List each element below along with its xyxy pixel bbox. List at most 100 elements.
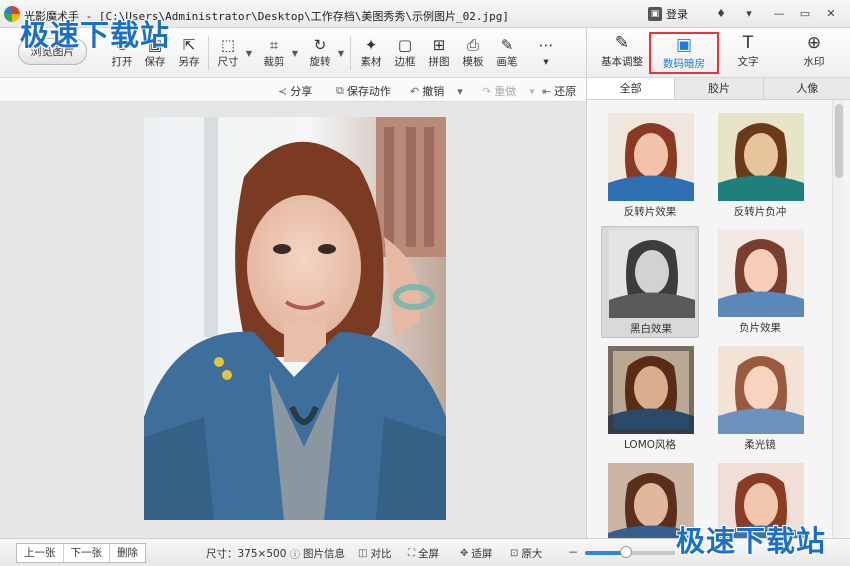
undo-button[interactable]: ↶ 撤销 ▾ xyxy=(410,83,463,99)
filter-soft-light[interactable]: 柔光镜 xyxy=(711,343,809,455)
filter-category-tabs: 全部 胶片 人像 xyxy=(587,78,850,100)
save-as-icon: ⇱ xyxy=(182,36,196,54)
more-chevron-icon: ▾ xyxy=(543,56,549,68)
collage-button[interactable]: ⊞ 拼图 xyxy=(423,35,455,73)
save-action-button[interactable]: ⧉ 保存动作 xyxy=(336,83,391,99)
edited-photo[interactable] xyxy=(144,117,446,520)
redo-icon: ↷ xyxy=(482,84,492,98)
filter-thumbnail xyxy=(718,229,804,317)
watermark-icon: ⊕ xyxy=(806,33,822,53)
share-icon: ≺ xyxy=(278,84,288,98)
portrait-photo xyxy=(144,117,446,520)
menu-dropdown-icon[interactable]: ▾ xyxy=(740,6,758,22)
adjust-icon: ✎ xyxy=(614,33,630,53)
filter-panel: 全部 胶片 人像 反转片效果 反转片负冲 黑白效果 负片效果 LOMO风格 柔光… xyxy=(586,78,850,551)
next-image-button[interactable]: 下一张 xyxy=(64,544,110,562)
chevron-down-icon[interactable]: ▼ xyxy=(246,49,252,58)
compare-button[interactable]: ◫ 对比 xyxy=(358,546,391,561)
zoom-out-icon[interactable]: − xyxy=(568,545,578,559)
save-as-button[interactable]: ⇱ 另存 xyxy=(173,35,205,73)
chevron-down-icon[interactable]: ▾ xyxy=(457,85,463,98)
tab-portrait[interactable]: 人像 xyxy=(763,78,850,99)
image-canvas[interactable] xyxy=(0,102,586,538)
tab-watermark[interactable]: ⊕ 水印 xyxy=(783,32,845,74)
material-label: 素材 xyxy=(360,56,382,68)
frame-label: 边框 xyxy=(394,56,416,68)
minimize-button[interactable]: — xyxy=(770,6,788,22)
material-icon: ✦ xyxy=(364,36,378,54)
image-info-label: 图片信息 xyxy=(303,548,345,560)
info-icon: ⓘ xyxy=(290,550,300,561)
brush-label: 画笔 xyxy=(496,56,518,68)
filter-black-white[interactable]: 黑白效果 xyxy=(601,226,699,338)
tab-digital-darkroom[interactable]: ▣ 数码暗房 xyxy=(649,32,719,74)
resize-icon: ⬚ xyxy=(220,36,236,54)
filter-reversal-push[interactable]: 反转片负冲 xyxy=(711,110,809,222)
frame-button[interactable]: ▢ 边框 xyxy=(389,35,421,73)
fit-screen-button[interactable]: ✥ 适屏 xyxy=(460,546,492,561)
maximize-button[interactable]: ▭ xyxy=(796,6,814,22)
redo-label: 重做 xyxy=(494,85,517,98)
brush-button[interactable]: ✎ 画笔 xyxy=(491,35,523,73)
delete-image-button[interactable]: 删除 xyxy=(110,544,145,562)
tab-label: 基本调整 xyxy=(601,56,643,68)
restore-button[interactable]: ⇤ 还原 xyxy=(542,83,576,99)
filter-thumbnail xyxy=(608,346,694,434)
material-button[interactable]: ✦ 素材 xyxy=(355,35,387,73)
save-action-icon: ⧉ xyxy=(336,84,344,97)
brush-icon: ✎ xyxy=(500,36,514,54)
resize-button[interactable]: ⬚ 尺寸 ▼ xyxy=(212,35,253,73)
zoom-slider-knob[interactable] xyxy=(619,546,632,558)
save-as-label: 另存 xyxy=(178,56,200,68)
watermark-text: 极速下载站 xyxy=(20,18,171,52)
login-label: 登录 xyxy=(666,8,688,21)
filter-label: 柔光镜 xyxy=(744,439,776,451)
tab-all[interactable]: 全部 xyxy=(587,78,676,99)
save-action-label: 保存动作 xyxy=(346,85,391,98)
image-size-label: 尺寸：375×500 xyxy=(206,548,287,560)
filter-thumbnail xyxy=(609,230,695,318)
action-bar: ≺ 分享 ⧉ 保存动作 ↶ 撤销 ▾ ↷ 重做 ▾ ⇤ 还原 xyxy=(0,78,586,102)
user-icon: ▣ xyxy=(648,7,662,21)
crop-icon: ⌗ xyxy=(269,36,279,54)
redo-button[interactable]: ↷ 重做 ▾ xyxy=(482,83,535,99)
original-size-button[interactable]: ⊡ 原大 xyxy=(510,546,542,561)
fit-screen-icon: ✥ xyxy=(460,548,469,559)
tab-film[interactable]: 胶片 xyxy=(675,78,764,99)
scroll-thumb[interactable] xyxy=(835,104,843,178)
rotate-icon: ↻ xyxy=(313,36,327,54)
share-button[interactable]: ≺ 分享 xyxy=(278,83,312,99)
tab-basic-adjust[interactable]: ✎ 基本调整 xyxy=(591,32,653,74)
app-logo-icon xyxy=(4,6,20,22)
close-button[interactable]: ✕ xyxy=(822,6,840,22)
filter-label: 反转片负冲 xyxy=(733,206,787,218)
image-info-button[interactable]: ⓘ 图片信息 xyxy=(290,546,345,561)
filter-scrollbar[interactable] xyxy=(832,100,844,538)
chevron-down-icon[interactable]: ▼ xyxy=(292,49,298,58)
filter-lomo[interactable]: LOMO风格 xyxy=(601,343,699,455)
filter-negative[interactable]: 负片效果 xyxy=(711,226,809,338)
filter-label: 黑白效果 xyxy=(630,323,672,335)
rotate-button[interactable]: ↻ 旋转 ▼ xyxy=(304,35,345,73)
share-label: 分享 xyxy=(290,85,313,98)
filter-label: 反转片效果 xyxy=(623,206,677,218)
skin-icon[interactable]: ♦ xyxy=(712,6,730,22)
fullscreen-button[interactable]: ⛶ 全屏 xyxy=(408,546,439,561)
crop-button[interactable]: ⌗ 裁剪 ▼ xyxy=(258,35,299,73)
more-button[interactable]: ⋯ ▾ xyxy=(530,35,562,73)
undo-icon: ↶ xyxy=(410,84,420,98)
filter-reversal[interactable]: 反转片效果 xyxy=(601,110,699,222)
watermark-text: 极速下载站 xyxy=(676,524,827,558)
template-button[interactable]: ⎙ 模板 xyxy=(457,35,489,73)
template-icon: ⎙ xyxy=(466,36,479,54)
chevron-down-icon[interactable]: ▼ xyxy=(338,49,344,58)
crop-label: 裁剪 xyxy=(263,56,285,68)
chevron-down-icon[interactable]: ▾ xyxy=(529,85,535,98)
darkroom-icon: ▣ xyxy=(675,35,693,55)
tab-text[interactable]: T 文字 xyxy=(717,32,779,74)
prev-image-button[interactable]: 上一张 xyxy=(17,544,64,562)
compare-label: 对比 xyxy=(370,548,392,560)
login-button[interactable]: ▣ 登录 xyxy=(648,6,688,22)
image-nav-group: 上一张 下一张 删除 xyxy=(16,543,146,563)
compare-icon: ◫ xyxy=(358,548,368,559)
